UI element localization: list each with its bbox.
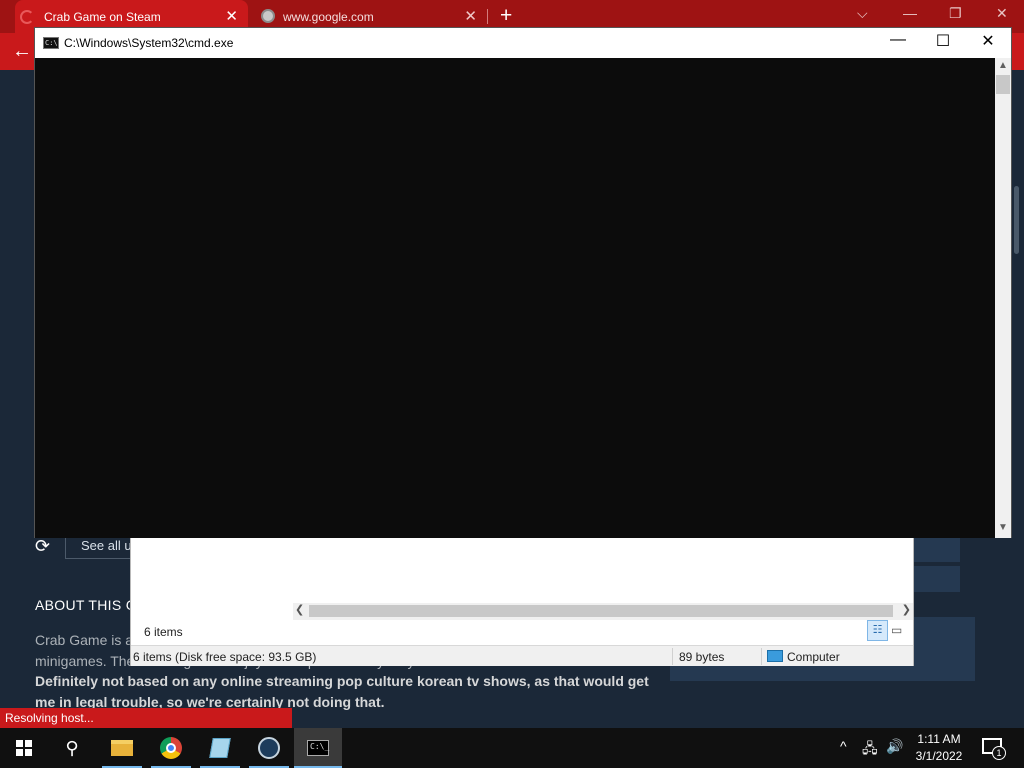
cmd-window: C:\ C:\Windows\System32\cmd.exe — ☐ ✕ ▲ … [34,27,1012,538]
scrollbar-thumb[interactable] [309,605,893,617]
search-icon: ⚲ [65,737,79,758]
status-divider [672,648,673,665]
folder-icon [111,740,133,756]
steam-icon [258,737,280,759]
clock-time[interactable]: 1:11 AM [914,732,964,746]
taskbar-cmd[interactable]: C:\_ [294,728,342,768]
taskbar-file-explorer[interactable] [98,728,146,768]
volume-icon[interactable]: 🔊 [886,738,903,755]
notepad-icon [209,738,231,758]
minimize-icon[interactable]: — [903,5,917,21]
status-divider [761,648,762,665]
taskbar-notepad[interactable] [196,728,244,768]
scroll-down-icon[interactable]: ▼ [998,522,1008,533]
about-paragraph-bold: Definitely not based on any online strea… [35,673,649,710]
close-icon[interactable]: ✕ [996,5,1008,22]
large-icons-view-icon[interactable]: ▭ [891,623,902,637]
scroll-left-icon[interactable]: ❮ [295,603,304,616]
page-scrollbar[interactable] [1014,186,1019,254]
tab-divider [487,9,488,24]
cmd-scrollbar[interactable]: ▲ ▼ [995,58,1011,538]
restore-icon[interactable]: ❐ [949,5,962,22]
tab-close-icon[interactable]: ✕ [225,9,238,24]
taskbar-steam[interactable] [245,728,293,768]
details-view-icon[interactable]: ☷ [867,620,888,641]
status-size: 89 bytes [679,650,725,664]
status-items-free-space: 6 items (Disk free space: 93.5 GB) [133,650,317,664]
windows-logo-icon [16,740,32,756]
maximize-button[interactable]: ☐ [920,31,966,51]
cmd-window-title: C:\Windows\System32\cmd.exe [64,36,234,50]
scroll-right-icon[interactable]: ❯ [902,603,911,616]
refresh-icon: ⟳ [35,536,51,556]
tab-title: Crab Game on Steam [44,9,161,24]
start-button[interactable] [0,728,48,768]
cmd-title-bar[interactable]: C:\ C:\Windows\System32\cmd.exe — ☐ ✕ [35,28,1011,58]
tab-close-icon[interactable]: ✕ [464,9,477,24]
new-tab-button[interactable]: + [500,5,512,27]
back-button[interactable]: ← [12,40,32,62]
tab-search-icon[interactable]: ⌵ [857,5,868,22]
explorer-window: ❮ ❯ 6 items ☷ ▭ 6 items (Disk free space… [130,528,914,666]
globe-icon [261,9,275,23]
console-output-area[interactable] [35,58,995,538]
scrollbar-thumb[interactable] [996,75,1010,94]
notification-count-badge: 1 [992,746,1006,760]
taskbar: ⚲ C:\_ ^ 🖧 🔊 1:11 AM 3/1/2022 1 [0,728,1024,768]
cmd-icon: C:\_ [307,740,329,756]
cmd-icon: C:\ [43,37,59,49]
search-button[interactable]: ⚲ [48,728,96,768]
loading-spinner-icon [20,10,34,24]
scroll-up-icon[interactable]: ▲ [998,60,1008,71]
taskbar-chrome[interactable] [147,728,195,768]
tray-chevron-icon[interactable]: ^ [840,738,847,754]
explorer-status-bar: 6 items (Disk free space: 93.5 GB) 89 by… [131,645,913,666]
about-heading: ABOUT THIS G [35,597,137,613]
computer-icon [767,650,783,662]
clock-date[interactable]: 3/1/2022 [910,749,968,763]
status-location: Computer [787,650,840,664]
chrome-icon [160,737,182,759]
network-icon[interactable]: 🖧 [862,738,878,762]
tab-title: www.google.com [283,9,374,24]
close-button[interactable]: ✕ [965,31,1011,51]
horizontal-scrollbar[interactable]: ❮ ❯ [293,603,913,620]
item-count: 6 items [144,625,183,639]
minimize-button[interactable]: — [875,31,921,49]
status-bubble: Resolving host... [0,708,292,728]
